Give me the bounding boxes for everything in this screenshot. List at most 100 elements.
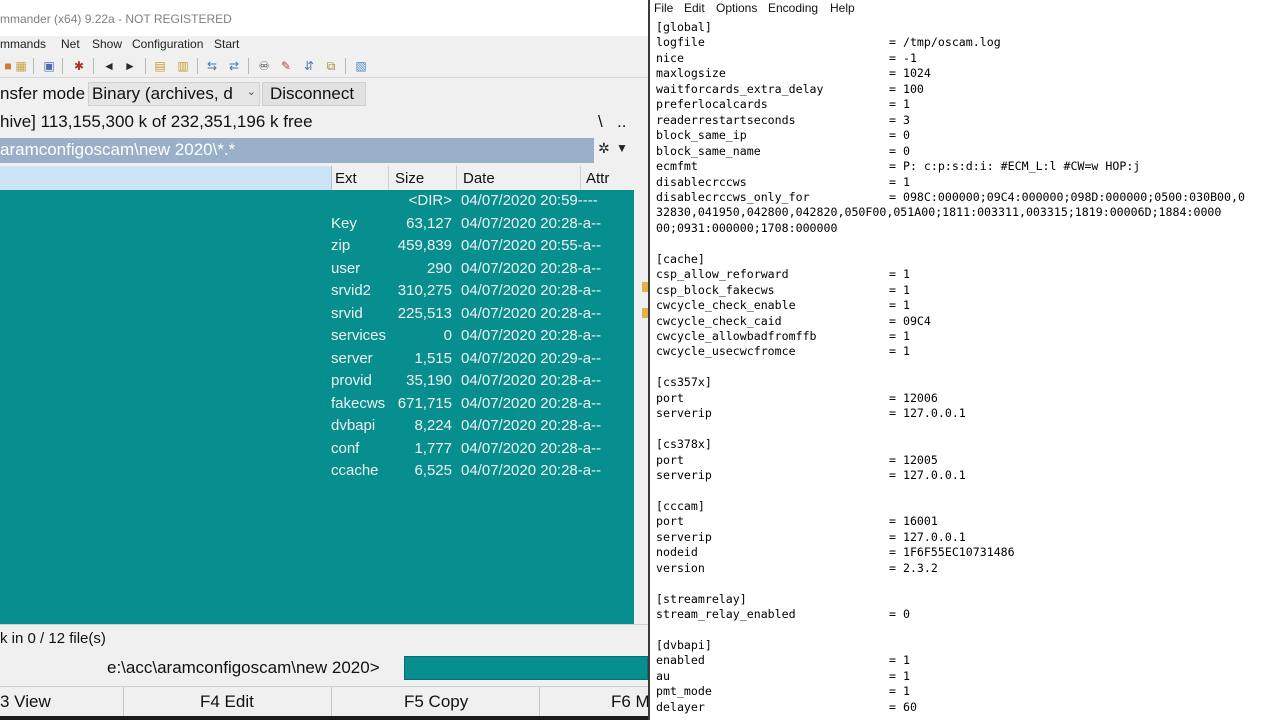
- notepad-menu-bar: File Edit Options Encoding Help: [650, 0, 1280, 18]
- menu-net[interactable]: Net: [61, 37, 80, 51]
- config-value: = 0: [889, 128, 910, 143]
- file-row[interactable]: zip 459,839 04/07/2020 20:55-a--: [0, 235, 634, 257]
- f3-label: 3 View: [0, 692, 51, 711]
- config-key: [streamrelay]: [656, 591, 747, 606]
- file-row[interactable]: ccache 6,525 04/07/2020 20:28-a--: [0, 460, 634, 482]
- file-ext: srvid2: [331, 282, 372, 299]
- multi-rename-icon[interactable]: ✎: [278, 58, 294, 74]
- file-row[interactable]: user 290 04/07/2020 20:28-a--: [0, 258, 634, 280]
- config-key: block_same_ip: [656, 128, 747, 143]
- config-value: = /tmp/oscam.log: [889, 35, 1001, 50]
- menu-configuration[interactable]: Configuration: [132, 37, 203, 51]
- ftp-connect-icon[interactable]: ⇆: [204, 58, 220, 74]
- file-row[interactable]: fakecws 671,715 04/07/2020 20:28-a--: [0, 393, 634, 415]
- config-key: block_same_name: [656, 143, 761, 158]
- file-ext: ccache: [331, 462, 379, 479]
- thumbnail-view-icon[interactable]: ▦: [13, 58, 29, 74]
- config-value: = 127.0.0.1: [889, 529, 966, 544]
- history-dropdown-icon[interactable]: ▼: [616, 141, 628, 155]
- pack-files-icon[interactable]: ✱: [71, 58, 87, 74]
- config-key: pmt_mode: [656, 684, 712, 699]
- title-bar: mmander (x64) 9.22a - NOT REGISTERED: [0, 0, 648, 36]
- file-row[interactable]: dvbapi 8,224 04/07/2020 20:28-a--: [0, 415, 634, 437]
- f4-edit-button[interactable]: F4 Edit: [124, 687, 332, 717]
- config-key: [dvbapi]: [656, 638, 712, 652]
- ftp-new-connection-icon[interactable]: ⇄: [226, 58, 242, 74]
- attr-column-header[interactable]: Attr: [586, 170, 609, 187]
- notepad-icon[interactable]: ▧: [353, 58, 369, 74]
- config-value: = 12005: [889, 452, 938, 467]
- hotlist-star-icon[interactable]: ✲: [598, 140, 610, 157]
- date-column-header[interactable]: Date: [463, 170, 495, 187]
- menu-options[interactable]: Options: [716, 1, 757, 15]
- file-row[interactable]: Key 63,127 04/07/2020 20:28-a--: [0, 213, 634, 235]
- command-input[interactable]: [404, 656, 648, 680]
- parent-dir-button[interactable]: ..: [617, 112, 626, 132]
- menu-edit[interactable]: Edit: [684, 1, 705, 15]
- binoculars-icon[interactable]: ♾: [256, 58, 272, 74]
- forward-arrow-icon[interactable]: ►: [122, 58, 138, 74]
- toolbar-separator: [62, 58, 63, 74]
- config-key: waitforcards_extra_delay: [656, 81, 824, 96]
- panel-divider[interactable]: [634, 166, 648, 624]
- config-key: port: [656, 452, 684, 467]
- file-row[interactable]: server 1,515 04/07/2020 20:29-a--: [0, 348, 634, 370]
- ext-column-header[interactable]: Ext: [335, 170, 357, 187]
- drive-info-bar: hive] 113,155,300 k of 232,351,196 k fre…: [0, 110, 648, 136]
- file-date: 04/07/2020 20:55-a--: [461, 237, 602, 254]
- config-key: serverip: [656, 406, 712, 421]
- config-key: readerrestartseconds: [656, 112, 796, 127]
- total-commander-window: mmander (x64) 9.22a - NOT REGISTERED mma…: [0, 0, 648, 720]
- menu-file[interactable]: File: [654, 1, 673, 15]
- config-key: disablecrccws_only_for: [656, 189, 810, 204]
- file-ext: server: [331, 350, 373, 367]
- pack-icon[interactable]: ▤: [152, 58, 168, 74]
- f4-label: F4 Edit: [200, 692, 254, 711]
- file-row[interactable]: <DIR> 04/07/2020 20:59----: [0, 190, 634, 212]
- config-key: delayer: [656, 699, 705, 714]
- size-column-header[interactable]: Size: [395, 170, 424, 187]
- copy-names-icon[interactable]: ⧉: [323, 58, 339, 74]
- name-column-header[interactable]: [0, 166, 332, 190]
- file-date: 04/07/2020 20:28-a--: [461, 215, 602, 232]
- file-row[interactable]: services 0 04/07/2020 20:28-a--: [0, 325, 634, 347]
- f6-move-button[interactable]: F6 M: [540, 687, 648, 717]
- config-key: serverip: [656, 529, 712, 544]
- dropdown-arrow-icon[interactable]: ⌄: [247, 85, 256, 98]
- current-path-bar[interactable]: aramconfigoscam\new 2020\*.*: [0, 138, 594, 163]
- config-value: = 1: [889, 267, 910, 282]
- file-ext: conf: [331, 440, 360, 457]
- config-key: stream_relay_enabled: [656, 607, 796, 622]
- file-row[interactable]: provid 35,190 04/07/2020 20:28-a--: [0, 370, 634, 392]
- menu-start[interactable]: Start: [214, 37, 239, 51]
- menu-help[interactable]: Help: [830, 1, 855, 15]
- config-value: = 098C:000000;09C4:000000;098D:000000;05…: [889, 189, 1245, 204]
- toolbar: ■ ▦ ▣ ✱ ◄ ► ▤ ▥ ⇆ ⇄ ♾ ✎ ⇵ ⧉ ▧: [0, 55, 648, 78]
- transfer-mode-select[interactable]: Binary (archives, d ⌄: [88, 82, 260, 106]
- f5-copy-button[interactable]: F5 Copy: [332, 687, 540, 717]
- file-date: 04/07/2020 20:28-a--: [461, 462, 602, 479]
- invert-selection-icon[interactable]: ▣: [41, 58, 57, 74]
- config-key: 32830,041950,042800,042820,050F00,051A00…: [656, 205, 1222, 220]
- menu-commands[interactable]: mmands: [0, 37, 46, 51]
- file-size: 225,513: [397, 305, 452, 322]
- toolbar-separator: [145, 58, 146, 74]
- config-key: cwcycle_allowbadfromffb: [656, 329, 817, 343]
- root-dir-button[interactable]: \: [598, 112, 603, 132]
- file-row[interactable]: srvid 225,513 04/07/2020 20:28-a--: [0, 303, 634, 325]
- menu-encoding[interactable]: Encoding: [768, 1, 818, 15]
- file-size: 1,777: [414, 440, 452, 457]
- selection-status: k in 0 / 12 file(s): [0, 630, 106, 647]
- file-row[interactable]: conf 1,777 04/07/2020 20:28-a--: [0, 438, 634, 460]
- disconnect-button[interactable]: Disconnect: [262, 82, 366, 106]
- menu-show[interactable]: Show: [92, 37, 122, 51]
- config-key: au: [656, 668, 670, 683]
- file-row[interactable]: srvid2 310,275 04/07/2020 20:28-a--: [0, 280, 634, 302]
- back-arrow-icon[interactable]: ◄: [101, 58, 117, 74]
- config-text-area[interactable]: [global] logfile = /tmp/oscam.log nice = -1 m…: [656, 19, 1280, 720]
- f3-view-button[interactable]: 3 View: [0, 687, 124, 717]
- unpack-icon[interactable]: ▥: [175, 58, 191, 74]
- config-value: = 0: [889, 143, 910, 158]
- sync-dirs-icon[interactable]: ⇵: [301, 58, 317, 74]
- config-value: = 1: [889, 653, 910, 668]
